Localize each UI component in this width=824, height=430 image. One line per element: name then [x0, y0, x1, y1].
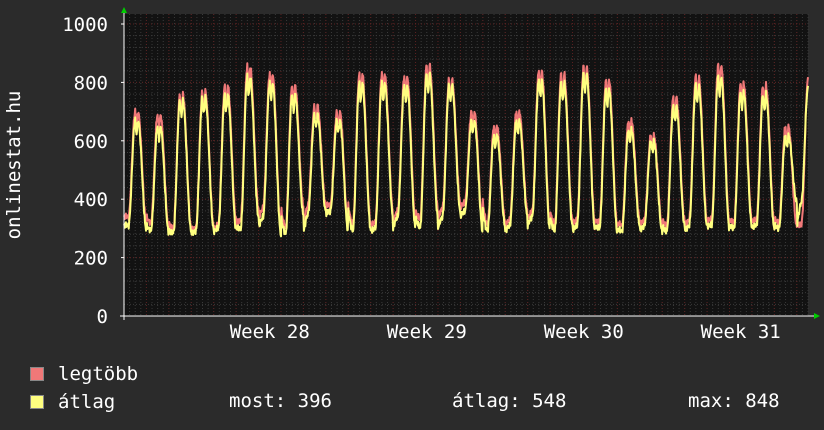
- legend-item-atlag: átlag: [30, 390, 115, 414]
- legend-label-legtobb: legtöbb: [58, 363, 139, 385]
- x-tick-label: Week 30: [544, 321, 624, 343]
- y-tick-label: 0: [97, 306, 108, 328]
- x-axis-arrow: [814, 313, 820, 319]
- x-tick-label: Week 29: [387, 321, 467, 343]
- x-tick-label: Week 31: [701, 321, 781, 343]
- legend-item-legtobb: legtöbb: [30, 362, 138, 386]
- y-tick-label: 400: [74, 189, 108, 211]
- traffic-chart: 0 200 400 600 800 1000 Week 28 Week 29 Week 30 We…: [3, 7, 820, 343]
- atlag-swatch: [30, 395, 44, 409]
- stat-average: átlag: 548: [452, 390, 567, 412]
- y-axis-arrow: [121, 7, 127, 13]
- y-tick-label: 200: [74, 248, 108, 270]
- legend-label-atlag: átlag: [58, 391, 116, 413]
- y-tick-label: 1000: [62, 14, 108, 36]
- y-tick-label: 600: [74, 131, 108, 153]
- stat-maximum: max: 848: [688, 390, 780, 412]
- stat-current: most: 396: [229, 390, 332, 412]
- y-tick-label: 800: [74, 72, 108, 94]
- legtobb-swatch: [30, 367, 44, 381]
- y-axis-title: onlinestat.hu: [3, 91, 25, 240]
- x-tick-label: Week 28: [230, 321, 310, 343]
